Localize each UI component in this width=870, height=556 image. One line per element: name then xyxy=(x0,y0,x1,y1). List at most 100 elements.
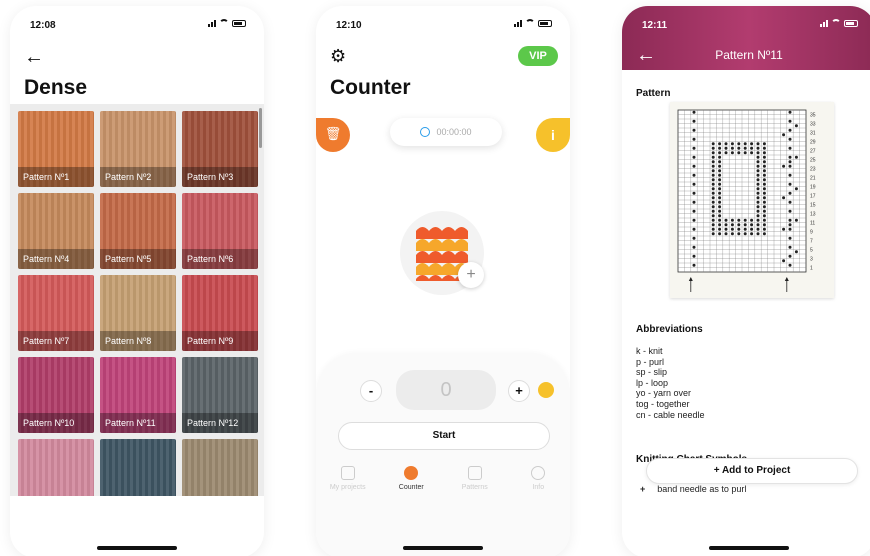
status-icons xyxy=(514,19,552,27)
tab-info[interactable]: Info xyxy=(507,462,571,502)
pattern-heading: Pattern xyxy=(636,88,671,99)
pattern-tile[interactable]: Pattern Nº10 xyxy=(18,357,94,433)
pattern-tile-label: Pattern Nº8 xyxy=(100,331,176,351)
pattern-tile-label: Pattern Nº6 xyxy=(182,249,258,269)
pattern-tile-label: Pattern Nº9 xyxy=(182,331,258,351)
pattern-tile[interactable]: Pattern Nº6 xyxy=(182,193,258,269)
grid-icon xyxy=(467,466,482,480)
abbreviation-item: tog - together xyxy=(636,398,690,409)
row-number: 27 xyxy=(810,149,816,155)
knitting-chart-image[interactable]: 35 33 31 29 27 25 23 21 19 17 15 13 11 9 7 5 3 1 xyxy=(670,102,834,298)
pattern-tile-label: Pattern Nº4 xyxy=(18,249,94,269)
pattern-tile-label: Pattern Nº10 xyxy=(18,413,94,433)
pattern-tile[interactable]: Pattern Nº2 xyxy=(100,111,176,187)
page-title: Counter xyxy=(330,76,411,99)
clock-icon xyxy=(420,127,431,137)
pattern-tile[interactable]: Pattern Nº3 xyxy=(182,111,258,187)
tab-counter[interactable]: Counter xyxy=(380,462,444,502)
status-time: 12:11 xyxy=(642,20,668,31)
wifi-icon xyxy=(219,19,229,27)
pattern-tile[interactable] xyxy=(18,439,94,496)
pattern-tile-label: Pattern Nº11 xyxy=(100,413,176,433)
pattern-tile[interactable]: Pattern Nº9 xyxy=(182,275,258,351)
add-to-project-button[interactable]: + Add to Project xyxy=(646,458,858,484)
gear-icon[interactable]: ⚙ xyxy=(330,46,346,67)
row-number: 11 xyxy=(810,221,815,227)
pattern-detail-screen: 12:11 ← Pattern Nº11 Pattern 35 33 31 29 27 2… xyxy=(622,6,870,556)
symbol-row: + band needle as to purl xyxy=(640,484,746,494)
tab-my-projects[interactable]: My projects xyxy=(316,462,380,502)
abbreviation-item: sp - slip xyxy=(636,367,668,378)
tab-patterns[interactable]: Patterns xyxy=(443,462,507,502)
count-display: 0 xyxy=(396,370,496,410)
pattern-tile-label: Pattern Nº3 xyxy=(182,167,258,187)
pattern-tile-label: Pattern Nº7 xyxy=(18,331,94,351)
abbreviation-item: yo - yarn over xyxy=(636,388,692,399)
header-title: Pattern Nº11 xyxy=(715,48,783,62)
info-circle-icon xyxy=(531,466,546,480)
tab-label: Patterns xyxy=(461,484,488,491)
status-bar: 12:08 xyxy=(10,6,264,38)
pattern-tile[interactable]: Pattern Nº5 xyxy=(100,193,176,269)
battery-icon xyxy=(232,20,246,27)
row-number: 25 xyxy=(810,158,816,164)
pattern-tile[interactable]: Pattern Nº1 xyxy=(18,111,94,187)
home-indicator xyxy=(403,546,483,550)
dense-screen: 12:08 ← Dense Pattern Nº1 Pattern Nº2 Patt… xyxy=(10,6,264,556)
status-icons xyxy=(208,19,246,27)
pattern-tile[interactable]: Pattern Nº4 xyxy=(18,193,94,269)
tab-label: Counter xyxy=(398,484,424,491)
knitting-chart: 3533312927252321191715131197531 xyxy=(677,109,816,292)
scrollbar[interactable] xyxy=(259,108,262,148)
pattern-tile-label: Pattern Nº12 xyxy=(182,413,258,433)
header: 12:11 ← Pattern Nº11 xyxy=(622,6,870,70)
abbreviations-heading: Abbreviations xyxy=(636,324,703,335)
document-plus-icon xyxy=(340,466,355,480)
trash-icon[interactable]: 🗑 xyxy=(316,118,350,152)
pattern-tile[interactable]: Pattern Nº11 xyxy=(100,357,176,433)
add-image-button[interactable]: + xyxy=(458,262,484,288)
row-number: 31 xyxy=(810,131,816,137)
row-number: 19 xyxy=(810,185,816,191)
vip-button[interactable]: VIP xyxy=(518,46,558,66)
decrement-button[interactable]: - xyxy=(360,380,382,402)
row-number: 17 xyxy=(810,194,816,200)
pattern-tile[interactable] xyxy=(100,439,176,496)
row-number: 29 xyxy=(810,140,816,146)
pattern-tile[interactable]: Pattern Nº8 xyxy=(100,275,176,351)
row-number: 1 xyxy=(810,266,813,272)
timer-display[interactable]: 00:00:00 xyxy=(390,118,502,146)
symbol-description: band needle as to purl xyxy=(657,484,747,494)
microphone-icon[interactable] xyxy=(538,382,554,398)
row-number: 9 xyxy=(810,230,813,236)
row-number: 15 xyxy=(810,203,816,209)
back-arrow-icon[interactable]: ← xyxy=(24,46,44,69)
tab-label: My projects xyxy=(329,484,366,491)
abbreviation-item: cn - cable needle xyxy=(636,409,705,420)
row-number: 3 xyxy=(810,257,813,263)
counter-icon xyxy=(404,466,419,480)
status-icons xyxy=(820,19,858,27)
pattern-grid-container[interactable]: Pattern Nº1 Pattern Nº2 Pattern Nº3 Pattern… xyxy=(10,104,264,496)
info-icon[interactable]: i xyxy=(536,118,570,152)
abbreviation-item: lp - loop xyxy=(636,377,669,388)
signal-icon xyxy=(208,20,216,27)
increment-button[interactable]: + xyxy=(508,380,530,402)
battery-icon xyxy=(538,20,552,27)
row-number: 33 xyxy=(810,122,816,128)
abbreviation-item: p - purl xyxy=(636,356,665,367)
status-bar: 12:10 xyxy=(316,6,570,38)
start-button[interactable]: Start xyxy=(338,422,550,450)
home-indicator xyxy=(709,546,789,550)
pattern-tile-label: Pattern Nº2 xyxy=(100,167,176,187)
pattern-tile[interactable]: Pattern Nº7 xyxy=(18,275,94,351)
signal-icon xyxy=(820,20,828,27)
row-number: 13 xyxy=(810,212,816,218)
status-time: 12:10 xyxy=(336,20,362,31)
pattern-tile[interactable]: Pattern Nº12 xyxy=(182,357,258,433)
pattern-tile[interactable] xyxy=(182,439,258,496)
timer-value: 00:00:00 xyxy=(436,127,472,137)
battery-icon xyxy=(844,20,858,27)
wifi-icon xyxy=(831,19,841,27)
page-title: Dense xyxy=(24,76,88,99)
